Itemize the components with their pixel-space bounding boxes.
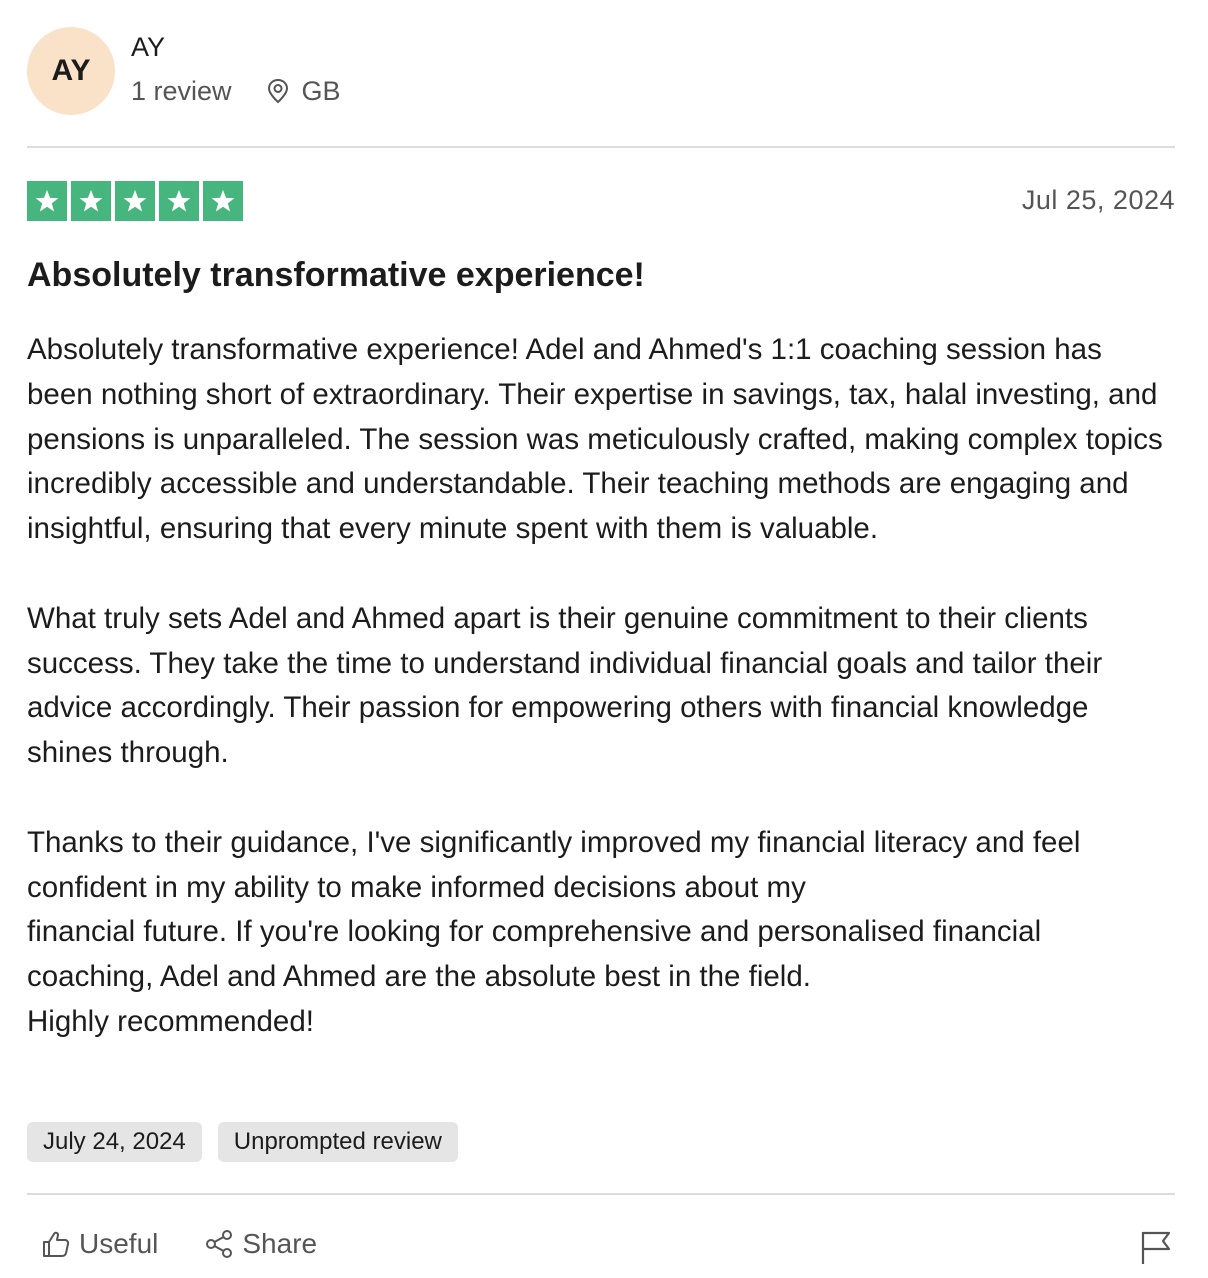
star-rating xyxy=(27,181,243,221)
review-count: 1 review xyxy=(131,76,232,106)
review-body: Absolutely transformative experience! Ad… xyxy=(27,328,1175,1045)
star-icon xyxy=(203,181,243,221)
reviewer-name[interactable]: AY xyxy=(131,31,165,63)
review-paragraph: Thanks to their guidance, I've significa… xyxy=(27,825,1081,1038)
experience-date-badge: July 24, 2024 xyxy=(27,1122,202,1162)
reviewer-location: GB xyxy=(301,76,341,106)
avatar[interactable]: AY xyxy=(27,27,115,115)
flag-icon[interactable] xyxy=(1139,1230,1173,1266)
thumbs-up-icon xyxy=(43,1231,70,1257)
reviewer-meta: 1 review GB xyxy=(131,75,341,107)
reviewer-header: AY AY 1 review GB xyxy=(27,27,1175,115)
divider xyxy=(27,1193,1175,1195)
share-label: Share xyxy=(242,1228,318,1259)
location-pin-icon xyxy=(267,78,288,104)
review-card: AY AY 1 review GB Jul 25, 2024 Absolutel… xyxy=(27,0,1175,1278)
useful-button[interactable]: Useful xyxy=(41,1228,158,1260)
useful-label: Useful xyxy=(79,1228,159,1259)
star-icon xyxy=(27,181,67,221)
star-icon xyxy=(71,181,111,221)
review-paragraph: What truly sets Adel and Ahmed apart is … xyxy=(27,601,1103,770)
divider xyxy=(27,146,1175,148)
star-icon xyxy=(159,181,199,221)
review-type-badge[interactable]: Unprompted review xyxy=(217,1122,458,1162)
review-paragraph: Absolutely transformative experience! Ad… xyxy=(27,333,1163,546)
share-button[interactable]: Share xyxy=(204,1228,317,1260)
share-icon xyxy=(206,1230,233,1258)
review-title[interactable]: Absolutely transformative experience! xyxy=(27,253,645,297)
review-date: Jul 25, 2024 xyxy=(1021,185,1175,215)
review-tags: July 24, 2024 Unprompted review xyxy=(27,1122,458,1162)
review-actions: Useful Share xyxy=(41,1228,317,1260)
star-icon xyxy=(115,181,155,221)
